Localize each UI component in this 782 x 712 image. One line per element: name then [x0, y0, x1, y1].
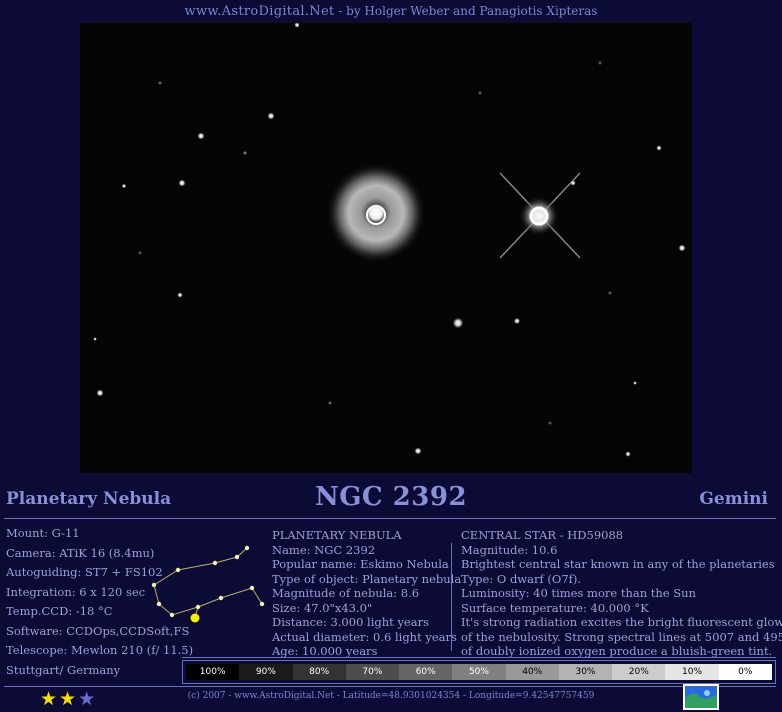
constellation-name: Gemini: [699, 489, 768, 509]
nebula-info-line: Type of object: Planetary nebula: [272, 571, 462, 586]
gray-scale-bar: 100% 90% 80% 70% 60% 50% 40% 30% 20% 10% 0%: [182, 660, 776, 684]
bright-star: [499, 172, 581, 259]
nebula-info-line: Distance: 3.000 light years: [272, 615, 429, 629]
nebula-info-heading: PLANETARY NEBULA: [272, 528, 402, 542]
central-star-line: Magnitude: 10.6: [461, 542, 558, 557]
gray-scale-cell: 50%: [452, 664, 506, 680]
column-separator: [451, 543, 452, 651]
nebula-info-line: Name: NGC 2392: [272, 542, 376, 557]
astro-photo: [80, 23, 692, 473]
eskimo-nebula: [326, 163, 426, 263]
central-star-line: It's strong radiation excites the bright…: [461, 615, 782, 629]
gemini-constellation-map: [151, 545, 265, 623]
nebula-info-line: Size: 47.0"x43.0": [272, 600, 373, 615]
central-star-line: Brightest central star known in any of t…: [461, 557, 775, 571]
thumbnail-link[interactable]: [683, 684, 719, 710]
nebula-info-line: Actual diameter: 0.6 light years: [272, 629, 457, 644]
nebula-info-line: Magnitude of nebula: 8.6: [272, 586, 420, 600]
central-star-line: of the nebulosity. Strong spectral lines…: [461, 629, 782, 644]
title-row: NGC 2392 Planetary Nebula Gemini: [0, 482, 782, 516]
divider-top: [4, 518, 776, 519]
central-star-line: Surface temperature: 40.000 °K: [461, 600, 649, 615]
gray-scale-cell: 70%: [345, 664, 400, 680]
gray-scale-cell: 20%: [612, 664, 666, 680]
gray-scale-cell: 0%: [718, 664, 772, 680]
footer-text: (c) 2007 - www.AstroDigital.Net - Latitu…: [187, 691, 595, 701]
central-star-line: Type: O dwarf (O7f).: [461, 571, 582, 586]
divider-scale: [182, 657, 776, 658]
gray-scale-cell: 40%: [505, 664, 559, 680]
site-link[interactable]: www.AstroDigital.Net: [185, 4, 335, 19]
site-header: www.AstroDigital.Net - by Holger Weber a…: [0, 4, 782, 19]
gray-scale-cell: 80%: [292, 664, 346, 680]
gray-scale-cell: 30%: [558, 664, 613, 680]
gray-scale-cell: 60%: [399, 664, 453, 680]
equipment-telescope: Telescope: Mewlon 210 (f/ 11.5): [6, 643, 194, 657]
authors-text: - by Holger Weber and Panagiotis Xiptera…: [334, 4, 598, 18]
nebula-image: [93, 23, 686, 457]
thumbnail-image: [685, 686, 717, 708]
equipment-location: Stuttgart/ Germany: [6, 662, 121, 677]
object-location-marker: [190, 613, 200, 623]
central-star-heading: CENTRAL STAR - HD59088: [461, 528, 624, 542]
gray-scale-cell: 100%: [186, 664, 240, 680]
central-star-line: Luminosity: 40 times more than the Sun: [461, 586, 696, 600]
object-category: Planetary Nebula: [6, 489, 172, 509]
nebula-info-line: Popular name: Eskimo Nebula: [272, 557, 449, 571]
nebula-info: PLANETARY NEBULA Name: NGC 2392 Popular …: [272, 528, 461, 659]
gray-scale-cell: 10%: [665, 664, 719, 680]
divider-bottom: [4, 686, 776, 687]
central-star-info: CENTRAL STAR - HD59088 Magnitude: 10.6 B…: [461, 528, 782, 659]
gray-scale-cell: 90%: [239, 664, 293, 680]
